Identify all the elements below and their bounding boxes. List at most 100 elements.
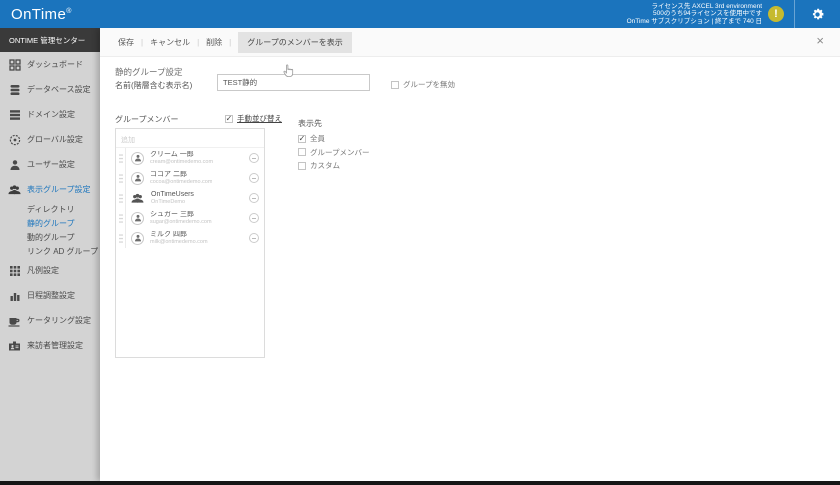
visitor-badge-icon [8, 339, 21, 352]
display-option-custom[interactable]: ✓ カスタム [298, 160, 370, 171]
coffee-cup-icon [8, 314, 21, 327]
sidebar-subitem-dynamic-group[interactable]: 動的グループ [0, 230, 100, 244]
member-row[interactable]: ミルク 四郎 milk@ontimedemo.com [116, 228, 264, 248]
legend-grid-icon [8, 264, 21, 277]
mouse-cursor-hand [283, 64, 294, 78]
sidebar-item-legend[interactable]: 凡例設定 [0, 258, 100, 283]
sidebar-item-users[interactable]: ユーザー設定 [0, 152, 100, 177]
user-icon [8, 158, 21, 171]
sidebar-item-label: ダッシュボード [27, 59, 83, 70]
sidebar-item-label: データベース設定 [27, 84, 91, 95]
sidebar-item-label: 来訪者管理設定 [27, 340, 83, 351]
checkbox-icon[interactable]: ✓ [298, 162, 306, 170]
gear-icon [810, 7, 825, 22]
license-info: ライセンス先 AXCEL 3rd environment 500のうち94ライセ… [627, 3, 762, 26]
sidebar-item-label: ドメイン設定 [27, 109, 75, 120]
remove-member-icon[interactable] [249, 153, 259, 163]
member-name: ミルク 四郎 [150, 231, 208, 239]
sidebar-item-display-groups[interactable]: 表示グループ設定 [0, 177, 100, 202]
dashboard-icon [8, 58, 21, 71]
globe-icon [8, 133, 21, 146]
display-to-label: 表示先 [298, 118, 370, 129]
warning-icon[interactable]: ! [768, 6, 784, 22]
checkbox-icon[interactable]: ✓ [298, 135, 306, 143]
sidebar-item-dashboard[interactable]: ダッシュボード [0, 52, 100, 77]
checkbox-icon[interactable]: ✓ [225, 115, 233, 123]
member-email: cocoa@ontimedemo.com [150, 179, 212, 186]
sidebar-item-label: 日程調整設定 [27, 290, 75, 301]
member-row[interactable]: シュガー 三郎 sugar@ontimedemo.com [116, 208, 264, 228]
remove-member-icon[interactable] [249, 233, 259, 243]
sidebar-item-label: グローバル設定 [27, 134, 83, 145]
drag-handle-icon[interactable] [116, 168, 126, 188]
delete-button[interactable]: 削除 [206, 37, 222, 48]
user-avatar-icon [131, 152, 144, 165]
toolbar-divider: | [141, 38, 143, 47]
remove-member-icon[interactable] [249, 213, 259, 223]
sidebar-item-schedule[interactable]: 日程調整設定 [0, 283, 100, 308]
member-row[interactable]: ココア 二郎 cocoa@ontimedemo.com [116, 168, 264, 188]
cancel-button[interactable]: キャンセル [150, 37, 190, 48]
manual-sort-option[interactable]: ✓ 手動並び替え [225, 113, 282, 124]
display-option-everyone[interactable]: ✓ 全員 [298, 133, 370, 144]
sidebar-subitem-link-ad-group[interactable]: リンク AD グループ [0, 244, 100, 258]
member-row[interactable]: クリーム 一郎 cream@ontimedemo.com [116, 148, 264, 168]
drag-handle-icon[interactable] [116, 148, 126, 168]
member-row[interactable]: OnTimeUsers OnTimeDemo [116, 188, 264, 208]
close-icon[interactable]: × [816, 33, 824, 48]
group-members-label: グループメンバー [115, 114, 179, 125]
group-members-list: クリーム 一郎 cream@ontimedemo.com ココア 二郎 coco… [115, 128, 265, 358]
member-name: ココア 二郎 [150, 171, 212, 179]
domain-list-icon [8, 108, 21, 121]
group-icon [8, 183, 21, 196]
sidebar-item-label: ユーザー設定 [27, 159, 75, 170]
display-to-section: 表示先 ✓ 全員 ✓ グループメンバー ✓ カスタム [298, 118, 370, 174]
show-group-members-button[interactable]: グループのメンバーを表示 [238, 32, 352, 53]
display-option-group-members[interactable]: ✓ グループメンバー [298, 147, 370, 158]
sidebar-item-database[interactable]: データベース設定 [0, 77, 100, 102]
topbar: OnTime® ライセンス先 AXCEL 3rd environment 500… [0, 0, 840, 28]
user-avatar-icon [131, 172, 144, 185]
member-email: OnTimeDemo [151, 199, 194, 206]
main-content: 保存 | キャンセル | 削除 | グループのメンバーを表示 × 静的グループ設… [100, 28, 840, 481]
checkbox-icon[interactable]: ✓ [391, 81, 399, 89]
drag-handle-icon[interactable] [116, 188, 126, 208]
member-name: シュガー 三郎 [150, 211, 212, 219]
user-avatar-icon [131, 232, 144, 245]
sidebar-subitem-directory[interactable]: ディレクトリ [0, 202, 100, 216]
member-email: sugar@ontimedemo.com [150, 219, 212, 226]
group-avatar-icon [130, 191, 145, 206]
drag-handle-icon[interactable] [116, 208, 126, 228]
member-name: OnTimeUsers [151, 191, 194, 199]
sidebar-nav: ダッシュボード データベース設定 ドメイン設定 グローバル設定 [0, 52, 100, 481]
member-email: cream@ontimedemo.com [150, 159, 213, 166]
remove-member-icon[interactable] [249, 173, 259, 183]
checkbox-icon[interactable]: ✓ [298, 148, 306, 156]
toolbar-divider: | [197, 38, 199, 47]
page-title: 静的グループ設定 [115, 66, 183, 78]
sidebar-item-visitor[interactable]: 来訪者管理設定 [0, 333, 100, 358]
sidebar-item-label: ケータリング設定 [27, 315, 91, 326]
remove-member-icon[interactable] [249, 193, 259, 203]
member-name: クリーム 一郎 [150, 151, 213, 159]
save-button[interactable]: 保存 [118, 37, 134, 48]
sidebar-item-catering[interactable]: ケータリング設定 [0, 308, 100, 333]
window-bottom-edge [0, 481, 840, 485]
database-icon [8, 83, 21, 96]
toolbar: 保存 | キャンセル | 削除 | グループのメンバーを表示 × [100, 28, 840, 57]
toolbar-divider: | [229, 38, 231, 47]
add-member-input[interactable] [116, 134, 264, 148]
ontime-logo: OnTime® [11, 6, 72, 23]
drag-handle-icon[interactable] [116, 228, 126, 248]
user-avatar-icon [131, 212, 144, 225]
member-email: milk@ontimedemo.com [150, 239, 208, 246]
bar-chart-icon [8, 289, 21, 302]
sidebar-subitem-static-group[interactable]: 静的グループ [0, 216, 100, 230]
sidebar-item-global[interactable]: グローバル設定 [0, 127, 100, 152]
sidebar-item-label: 表示グループ設定 [27, 184, 91, 195]
sidebar-header: ONTIME 管理センター [0, 28, 100, 52]
sidebar-item-label: 凡例設定 [27, 265, 59, 276]
settings-gear-button[interactable] [795, 0, 840, 28]
disable-group-option[interactable]: ✓ グループを無効 [391, 79, 455, 90]
sidebar-item-domain[interactable]: ドメイン設定 [0, 102, 100, 127]
